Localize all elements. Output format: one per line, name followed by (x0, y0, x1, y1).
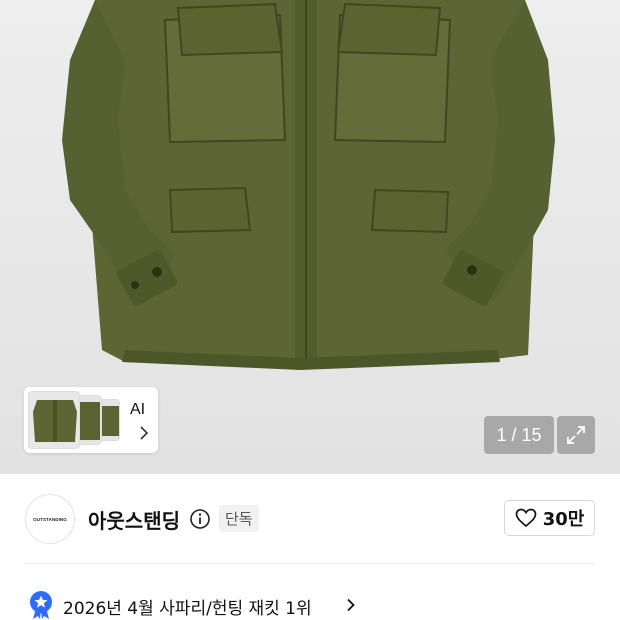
expand-button[interactable] (557, 416, 595, 454)
ranking-row[interactable]: 2026년 4월 사파리/헌팅 재킷 1위 (0, 580, 620, 620)
thumbnail-stack (28, 391, 120, 449)
chevron-right-icon (347, 598, 355, 612)
divider (25, 563, 595, 564)
brand-logo-text: OUTSTANDING (33, 516, 67, 522)
info-icon[interactable] (189, 508, 211, 530)
exclusive-badge: 단독 (219, 505, 259, 532)
chevron-right-icon (140, 426, 149, 440)
brand-row: OUTSTANDING 아웃스탠딩 단독 30만 (0, 474, 620, 562)
heart-icon (515, 508, 537, 528)
like-count: 30만 (542, 509, 585, 530)
brand-name[interactable]: 아웃스탠딩 (88, 505, 180, 534)
brand-logo[interactable]: OUTSTANDING (25, 494, 75, 544)
ranking-text: 2026년 4월 사파리/헌팅 재킷 1위 (63, 599, 312, 619)
expand-icon (567, 426, 585, 444)
like-button[interactable]: 30만 (504, 500, 595, 536)
ai-label: AI (130, 401, 146, 418)
star-badge-icon (30, 591, 52, 619)
product-image[interactable]: AI 1 / 15 (0, 0, 620, 474)
image-counter: 1 / 15 (484, 416, 554, 454)
thumbnail-carousel[interactable]: AI (24, 387, 158, 453)
thumbnail-image (28, 391, 80, 449)
